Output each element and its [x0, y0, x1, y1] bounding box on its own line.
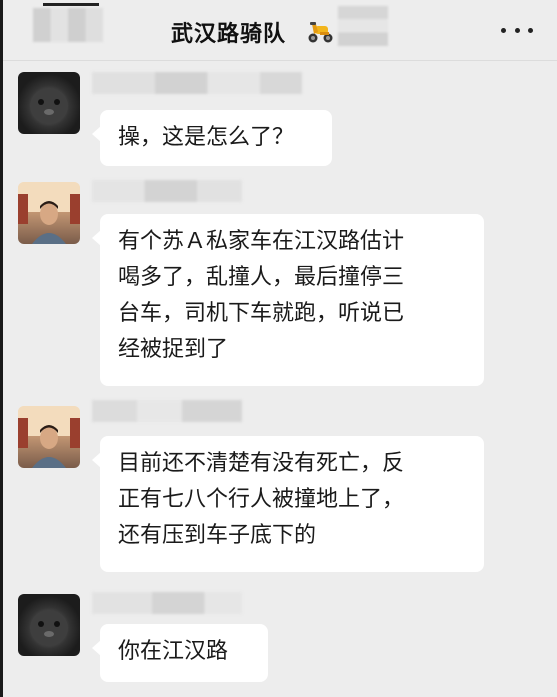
- message-line: 目前还不清楚有没有死亡，反: [118, 451, 405, 476]
- more-dot: [528, 27, 533, 33]
- message-line: 喝多了，乱撞人，最后撞停三: [118, 265, 405, 290]
- message-text: 操，这是怎么了？: [118, 125, 295, 150]
- sender-name-blurred: [92, 592, 242, 614]
- avatar[interactable]: [18, 594, 80, 656]
- person-photo-icon: [18, 406, 80, 468]
- avatar[interactable]: [18, 406, 80, 468]
- avatar[interactable]: [18, 182, 80, 244]
- message-line: 台车，司机下车就跑，听说已: [118, 301, 405, 326]
- sender-name-blurred: [92, 400, 242, 422]
- message-bubble[interactable]: 你在江汉路: [92, 624, 268, 682]
- back-button-blurred[interactable]: [33, 8, 103, 42]
- message-line: 还有压到车子底下的: [118, 523, 317, 548]
- message-line: 正有七八个行人被撞地上了，: [118, 487, 405, 512]
- sender-name-blurred: [92, 180, 242, 202]
- message-bubble[interactable]: 目前还不清楚有没有死亡，反 正有七八个行人被撞地上了， 还有压到车子底下的: [92, 436, 484, 572]
- title-blurred-area: [338, 6, 388, 46]
- message-line: 有个苏Ａ私家车在江汉路估计: [118, 229, 405, 254]
- cat-face-icon: [30, 88, 68, 124]
- more-icon[interactable]: [501, 26, 533, 34]
- status-bar-line: [43, 3, 99, 6]
- cat-face-icon: [30, 610, 68, 646]
- more-dot: [514, 27, 520, 33]
- more-dot: [501, 27, 506, 33]
- message-text: 你在江汉路: [118, 639, 229, 664]
- scooter-icon: [308, 22, 333, 43]
- chat-header: 武汉路骑队: [3, 0, 557, 61]
- message-bubble[interactable]: 有个苏Ａ私家车在江汉路估计 喝多了，乱撞人，最后撞停三 台车，司机下车就跑，听说…: [92, 214, 484, 386]
- message-bubble[interactable]: 操，这是怎么了？: [92, 110, 332, 166]
- sender-name-blurred: [92, 72, 302, 94]
- window-left-border: [0, 0, 3, 697]
- message-line: 经被捉到了: [118, 337, 229, 362]
- chat-title: 武汉路骑队: [171, 22, 287, 47]
- person-photo-icon: [18, 182, 80, 244]
- avatar[interactable]: [18, 72, 80, 134]
